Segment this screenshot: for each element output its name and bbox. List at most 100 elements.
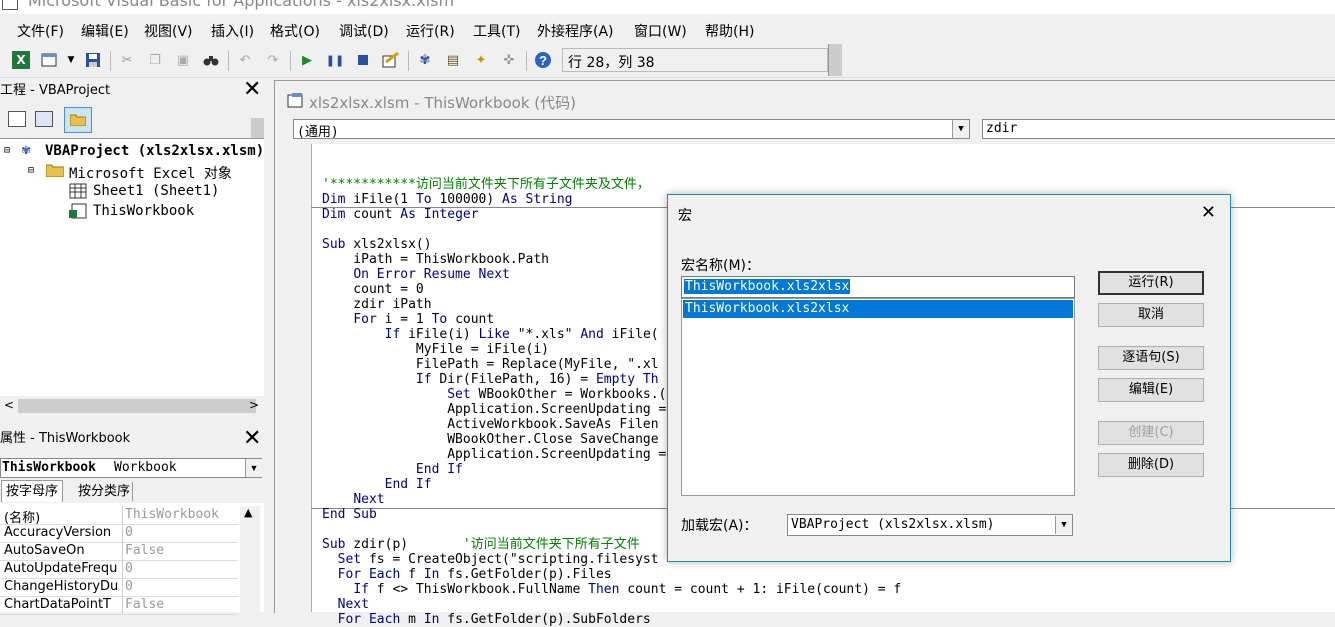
- break-icon[interactable]: ❚❚: [326, 51, 344, 69]
- menu-view[interactable]: 视图(V): [144, 21, 193, 41]
- tree-item-sheet1[interactable]: Sheet1 (Sheet1): [93, 183, 219, 199]
- paste-icon[interactable]: ▣: [174, 51, 192, 69]
- copy-icon[interactable]: ❐: [146, 51, 164, 69]
- macro-location-label: 加载宏(A)：: [681, 518, 758, 534]
- properties-pane-header: 属性 - ThisWorkbook ✕: [0, 426, 264, 452]
- property-row[interactable]: AutoSaveOn False: [0, 542, 238, 561]
- workbook-icon: [69, 203, 87, 223]
- find-icon[interactable]: [202, 51, 220, 69]
- worksheet-icon: [69, 183, 87, 203]
- object-browser-icon[interactable]: ✦: [472, 51, 490, 69]
- menu-window[interactable]: 窗口(W): [634, 21, 687, 41]
- save-icon[interactable]: [84, 51, 102, 69]
- menu-edit[interactable]: 编辑(E): [81, 21, 129, 41]
- create-button[interactable]: 创建(C): [1098, 421, 1204, 445]
- properties-window-icon[interactable]: ▤: [444, 51, 462, 69]
- tab-categorized[interactable]: 按分类序: [76, 482, 134, 501]
- property-row[interactable]: ChangeHistoryDu 0: [0, 578, 238, 597]
- procedure-combo[interactable]: zdir: [982, 119, 1335, 139]
- redo-icon[interactable]: ↷: [264, 51, 282, 69]
- toolbox-icon[interactable]: ✜: [500, 51, 518, 69]
- design-mode-icon[interactable]: [382, 51, 400, 69]
- menu-format[interactable]: 格式(O): [270, 21, 320, 41]
- project-tree: ⊟ ✾ VBAProject (xls2xlsx.xlsm) ⊟ Microso…: [0, 138, 264, 397]
- splitter[interactable]: [0, 416, 264, 426]
- tree-root-vbaproject[interactable]: VBAProject (xls2xlsx.xlsm): [45, 143, 264, 159]
- chevron-down-icon[interactable]: ▼: [245, 459, 262, 477]
- step-into-button[interactable]: 逐语句(S): [1098, 346, 1204, 370]
- property-row[interactable]: (名称) ThisWorkbook: [0, 506, 238, 526]
- project-pane-title: 工程 - VBAProject: [0, 83, 111, 98]
- scroll-up-icon[interactable]: ▲: [244, 506, 252, 519]
- view-code-icon[interactable]: [8, 111, 26, 127]
- dropdown-arrow-icon[interactable]: ▼: [62, 51, 80, 69]
- vbaproject-icon: ✾: [22, 142, 31, 158]
- run-icon[interactable]: ▶: [298, 51, 316, 69]
- tree-item-thisworkbook[interactable]: ThisWorkbook: [93, 203, 194, 219]
- delete-button[interactable]: 删除(D): [1098, 453, 1204, 477]
- tree-collapse-root-icon[interactable]: ⊟: [4, 145, 10, 156]
- run-button[interactable]: 运行(R): [1098, 271, 1204, 295]
- property-row[interactable]: AccuracyVersion 0: [0, 524, 238, 543]
- macro-location-combo[interactable]: VBAProject (xls2xlsx.xlsm) ▼: [787, 514, 1073, 536]
- property-row[interactable]: ChartDataPointT False: [0, 596, 238, 615]
- view-excel-icon[interactable]: X: [12, 51, 30, 69]
- menu-file[interactable]: 文件(F): [17, 21, 64, 41]
- properties-vscroll[interactable]: ▲: [240, 506, 260, 612]
- menu-run[interactable]: 运行(R): [406, 21, 455, 41]
- properties-tabs: 按字母序 按分类序: [0, 480, 264, 502]
- insert-userform-icon[interactable]: [40, 51, 58, 69]
- menu-insert[interactable]: 插入(I): [211, 21, 254, 41]
- tree-folder-excel-objects[interactable]: Microsoft Excel 对象: [69, 163, 232, 183]
- undo-icon[interactable]: ↶: [236, 51, 254, 69]
- menu-debug[interactable]: 调试(D): [339, 21, 389, 41]
- vba-app-icon: [2, 0, 18, 10]
- cut-icon[interactable]: ✂: [118, 51, 136, 69]
- edit-button[interactable]: 编辑(E): [1098, 378, 1204, 402]
- project-toolbar-grip: [251, 118, 264, 138]
- macro-dialog-title: 宏: [678, 208, 692, 224]
- macro-list[interactable]: ThisWorkbook.xls2xlsx: [681, 298, 1075, 496]
- object-combo[interactable]: (通用) ▼: [293, 119, 970, 140]
- chevron-down-icon[interactable]: ▼: [952, 120, 969, 138]
- reset-icon[interactable]: [354, 51, 372, 69]
- menu-tools[interactable]: 工具(T): [473, 21, 520, 41]
- tab-alphabetic[interactable]: 按字母序: [1, 480, 64, 502]
- menubar: 文件(F) 编辑(E) 视图(V) 插入(I) 格式(O) 调试(D) 运行(R…: [0, 14, 1335, 44]
- cancel-button[interactable]: 取消: [1098, 303, 1204, 327]
- chevron-down-icon[interactable]: ▼: [1055, 516, 1072, 534]
- properties-pane-close-icon[interactable]: ✕: [243, 428, 261, 450]
- tree-collapse-folder-icon[interactable]: ⊟: [28, 165, 34, 176]
- code-line: '***********访问当前文件夹下所有子文件夹及文件，: [322, 177, 650, 192]
- menu-addins[interactable]: 外接程序(A): [537, 21, 614, 41]
- properties-grid: (名称) ThisWorkbook AccuracyVersion 0 AutoSa…: [0, 503, 264, 615]
- properties-object-name: ThisWorkbook: [2, 460, 96, 475]
- macro-name-input[interactable]: ThisWorkbook.xls2xlsx: [681, 276, 1075, 298]
- close-icon[interactable]: ✕: [1201, 202, 1216, 223]
- scroll-left-icon[interactable]: <: [4, 398, 14, 412]
- view-object-icon[interactable]: [35, 111, 53, 127]
- toolbar-grip[interactable]: [828, 44, 842, 76]
- code-window-title: xls2xlsx.xlsm - ThisWorkbook (代码): [309, 94, 576, 112]
- properties-object-combo[interactable]: ThisWorkbook Workbook ▼: [0, 458, 262, 478]
- macro-dialog: 宏 ✕ 宏名称(M)： ThisWorkbook.xls2xlsx ThisWo…: [667, 194, 1231, 562]
- menu-help[interactable]: 帮助(H): [705, 21, 754, 41]
- code-margin: [284, 144, 312, 612]
- help-icon[interactable]: ?: [534, 51, 552, 69]
- folder-icon: [45, 163, 65, 181]
- scroll-right-icon[interactable]: >: [249, 398, 259, 412]
- property-row[interactable]: AutoUpdateFrequ 0: [0, 560, 238, 579]
- toggle-folders-button[interactable]: [64, 107, 92, 133]
- properties-pane-title: 属性 - ThisWorkbook: [0, 431, 131, 446]
- window-titlebar: Microsoft Visual Basic for Applications …: [0, 0, 1335, 14]
- standard-toolbar: X ▼ ✂ ❐ ▣ ↶ ↷ ▶ ❚❚ ✾ ▤ ✦ ✜ ? 行 28，列 38: [0, 44, 1335, 78]
- project-pane-close-icon[interactable]: ✕: [243, 79, 261, 101]
- project-tree-hscroll[interactable]: < >: [0, 396, 264, 416]
- code-window-icon: [287, 92, 303, 112]
- macro-list-item[interactable]: ThisWorkbook.xls2xlsx: [683, 300, 1073, 318]
- project-explorer-icon[interactable]: ✾: [416, 51, 434, 69]
- hscroll-thumb[interactable]: [18, 399, 256, 413]
- object-combo-value: (通用): [297, 125, 339, 140]
- cursor-position-text: 行 28，列 38: [568, 55, 655, 71]
- window-title: Microsoft Visual Basic for Applications …: [28, 0, 455, 10]
